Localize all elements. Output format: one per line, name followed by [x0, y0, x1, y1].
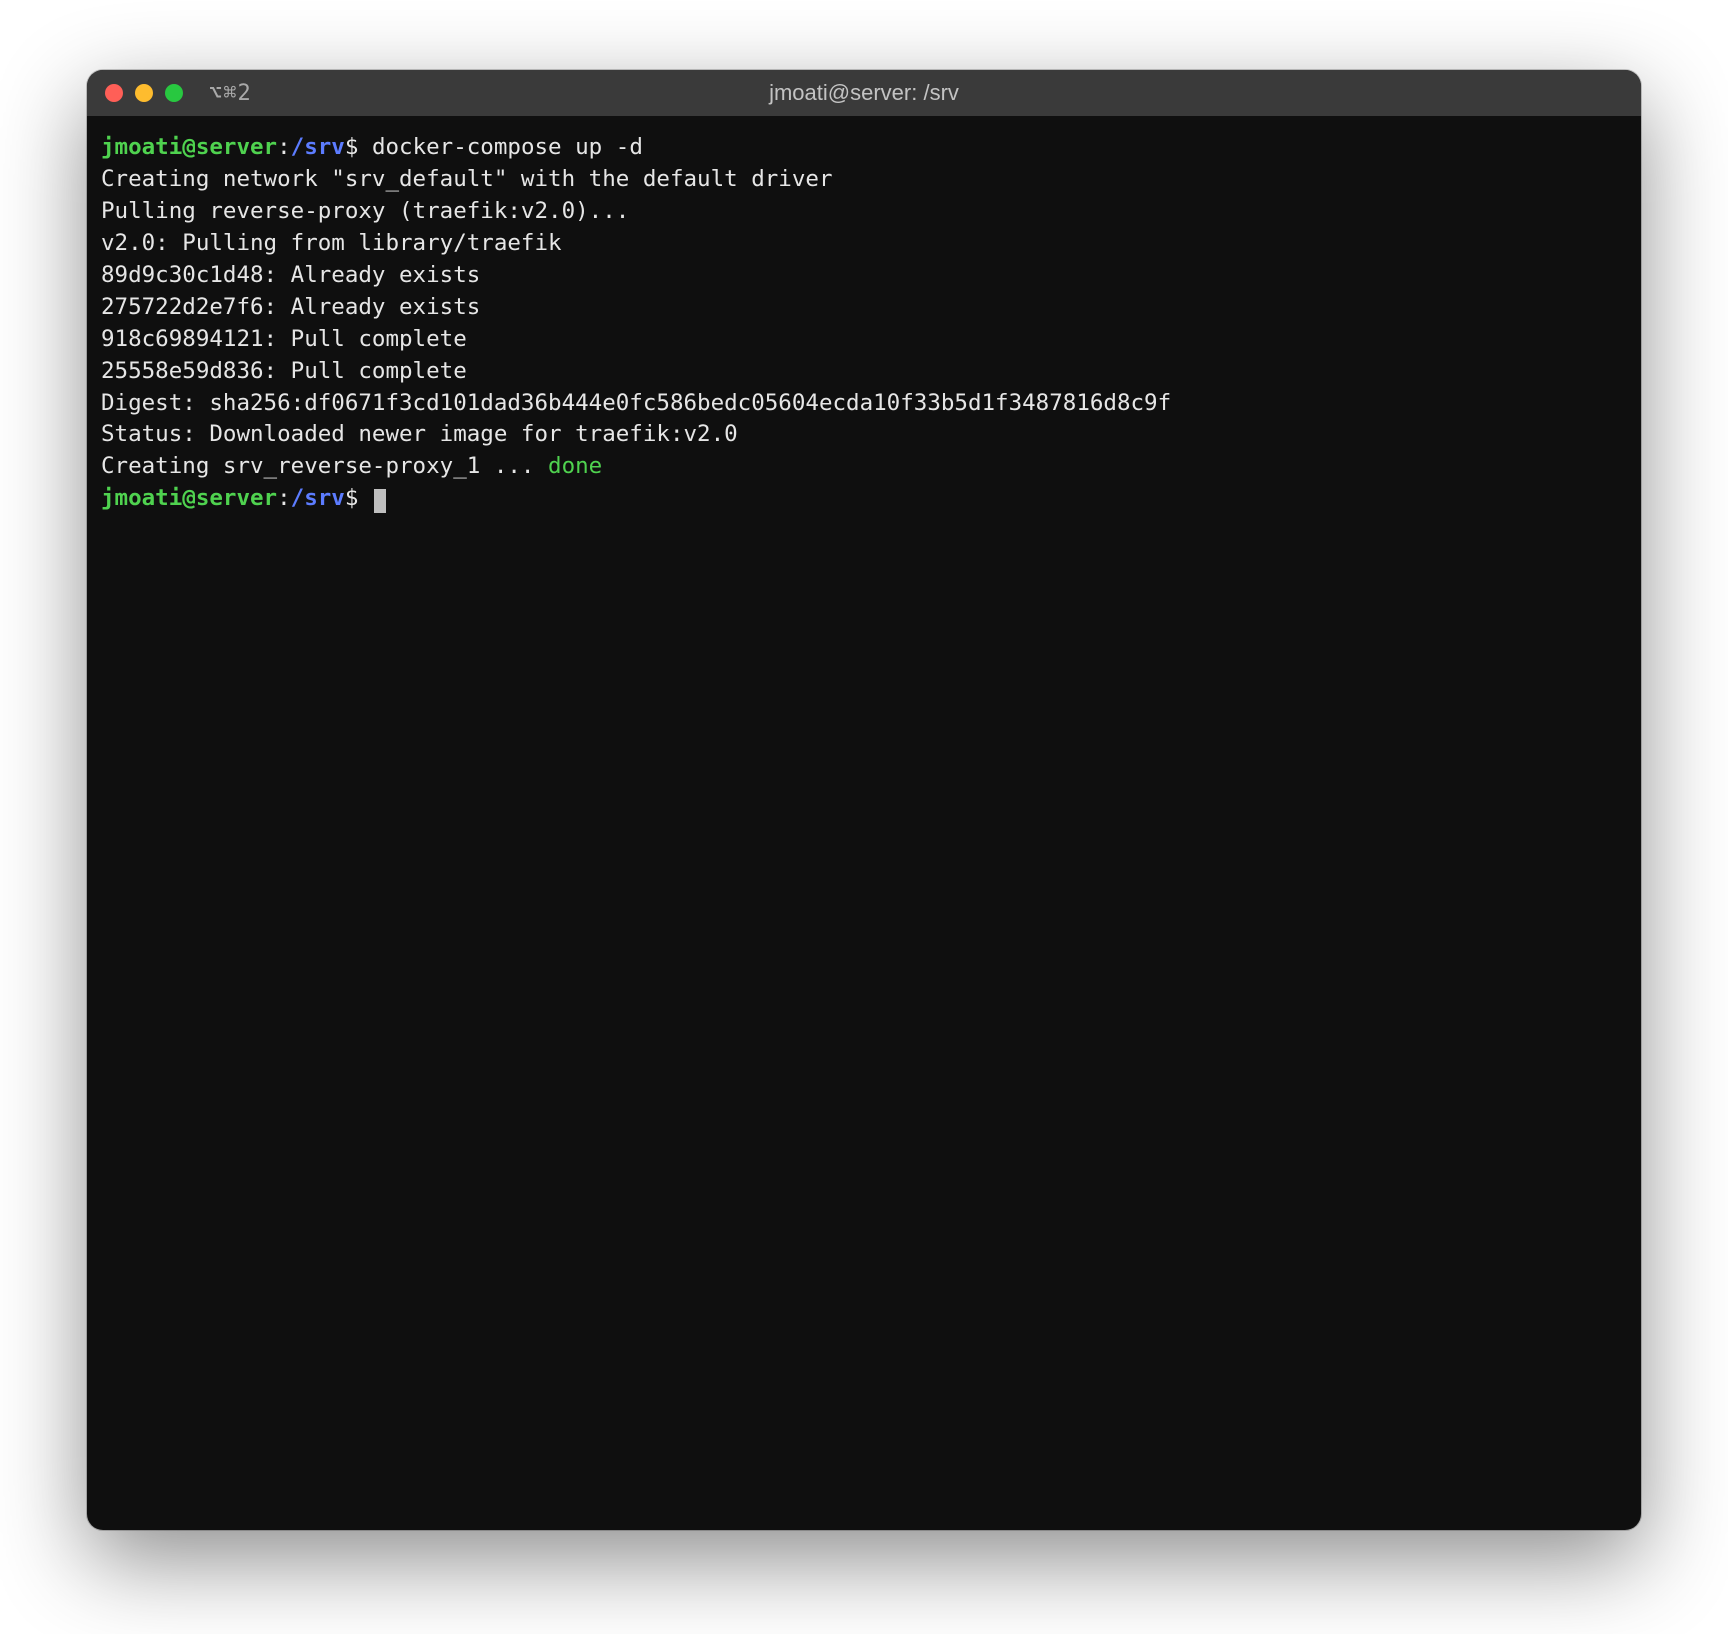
terminal-body[interactable]: jmoati@server:/srv$ docker-compose up -d… [87, 116, 1641, 1530]
output-line: v2.0: Pulling from library/traefik [101, 230, 562, 256]
titlebar: ⌥⌘2 jmoati@server: /srv [87, 70, 1641, 116]
traffic-lights [105, 84, 183, 102]
prompt-path: /srv [291, 485, 345, 511]
creating-status: done [548, 453, 602, 479]
output-line: 89d9c30c1d48: Already exists [101, 262, 480, 288]
output-line: Status: Downloaded newer image for traef… [101, 421, 738, 447]
prompt-path: /srv [291, 134, 345, 160]
prompt-user-host: jmoati@server [101, 134, 277, 160]
prompt-sep: : [277, 485, 291, 511]
prompt-line-1: jmoati@server:/srv$ docker-compose up -d [101, 134, 643, 160]
minimize-icon[interactable] [135, 84, 153, 102]
tab-indicator: ⌥⌘2 [209, 81, 252, 106]
prompt-user-host: jmoati@server [101, 485, 277, 511]
window-title: jmoati@server: /srv [87, 80, 1641, 106]
close-icon[interactable] [105, 84, 123, 102]
prompt-symbol: $ [345, 485, 359, 511]
output-line: Pulling reverse-proxy (traefik:v2.0)... [101, 198, 629, 224]
output-line: Creating network "srv_default" with the … [101, 166, 833, 192]
maximize-icon[interactable] [165, 84, 183, 102]
prompt-line-2: jmoati@server:/srv$ [101, 485, 386, 511]
prompt-symbol: $ [345, 134, 359, 160]
output-line: 918c69894121: Pull complete [101, 326, 467, 352]
output-line: Digest: sha256:df0671f3cd101dad36b444e0f… [101, 390, 1171, 416]
output-line: 25558e59d836: Pull complete [101, 358, 467, 384]
cursor-icon [374, 489, 386, 513]
command-1: docker-compose up -d [372, 134, 643, 160]
creating-line: Creating srv_reverse-proxy_1 ... done [101, 453, 602, 479]
prompt-sep: : [277, 134, 291, 160]
output-line: 275722d2e7f6: Already exists [101, 294, 480, 320]
terminal-window: ⌥⌘2 jmoati@server: /srv jmoati@server:/s… [87, 70, 1641, 1530]
creating-prefix: Creating srv_reverse-proxy_1 ... [101, 453, 548, 479]
